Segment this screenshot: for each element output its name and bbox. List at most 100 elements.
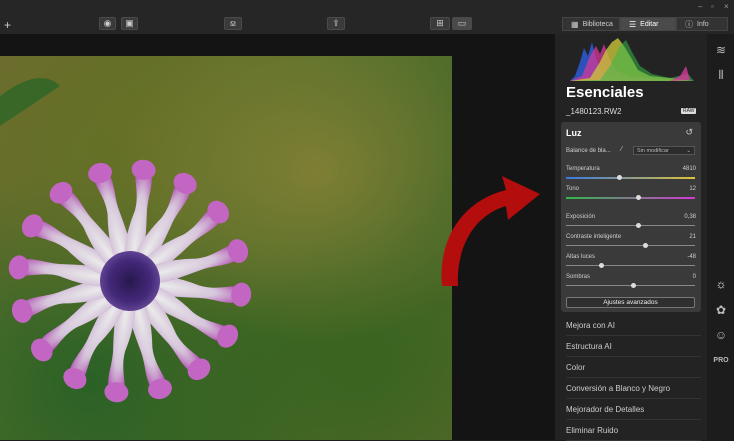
section-item[interactable]: Mejorador de Detalles xyxy=(566,399,701,420)
petal-tip xyxy=(173,172,197,195)
portrait-face-icon[interactable]: ☺ xyxy=(713,327,729,343)
slider-label: Sombras xyxy=(566,274,591,280)
slider-value: 12 xyxy=(689,186,696,192)
add-button[interactable]: + xyxy=(4,18,11,32)
maximize-icon[interactable]: ▫ xyxy=(711,2,714,11)
flower-petal xyxy=(108,281,136,398)
section-item[interactable]: Eliminar Ruido xyxy=(566,420,701,441)
layers-icon[interactable]: ≋ xyxy=(713,42,729,58)
red-arrow-icon xyxy=(441,176,540,286)
close-icon[interactable]: × xyxy=(724,2,729,11)
slider-thumb[interactable] xyxy=(631,283,637,288)
flower-petal xyxy=(130,243,244,284)
slider-track[interactable] xyxy=(566,223,695,228)
compare-icon[interactable]: ⫴ xyxy=(713,67,729,83)
white-balance-select[interactable]: Sin modificar ⌄ xyxy=(633,146,695,155)
flower-petal xyxy=(130,275,247,303)
eye-icon[interactable]: ◉ xyxy=(99,17,116,30)
share-icon[interactable]: ⇪ xyxy=(327,17,345,30)
mode-tabs: ▦ Biblioteca ☰ Editar ⓘ Info xyxy=(562,17,728,31)
tab-biblioteca[interactable]: ▦ Biblioteca xyxy=(562,17,620,31)
image-canvas[interactable] xyxy=(0,34,555,440)
section-item[interactable]: Conversión a Blanco y Negro xyxy=(566,378,701,399)
flower-petal xyxy=(68,281,131,385)
flower-petal xyxy=(124,164,152,281)
petal-tip xyxy=(30,338,53,362)
slider-thumb[interactable] xyxy=(616,175,622,180)
petal-tip xyxy=(187,358,211,381)
slider-value: 0 xyxy=(692,274,696,280)
petal-tip xyxy=(216,324,239,348)
slider-thumb[interactable] xyxy=(598,263,604,268)
flower-petal xyxy=(13,259,130,287)
flower-petal xyxy=(130,205,224,281)
white-balance-label: Balance de bla... xyxy=(566,148,611,154)
flower-petal xyxy=(36,281,130,357)
sliders-icon: ☰ xyxy=(629,19,637,29)
flower-petal xyxy=(16,278,130,319)
single-view-icon[interactable]: ▭ xyxy=(452,17,472,30)
flower-petal xyxy=(26,219,130,282)
petal-tip xyxy=(231,282,252,307)
flower-center xyxy=(100,251,160,311)
petal-tip xyxy=(207,200,230,224)
section-item[interactable]: Mejora con AI xyxy=(566,315,701,336)
slider-label: Temperatura xyxy=(566,166,600,172)
petal-tip xyxy=(88,162,112,184)
tab-label: Editar xyxy=(640,20,659,28)
flower-petal xyxy=(130,280,234,343)
creative-palette-icon[interactable]: ✿ xyxy=(713,302,729,318)
petal-tip xyxy=(63,367,87,390)
essentials-sun-icon[interactable]: ☼ xyxy=(713,276,729,292)
edit-sidebar: Esenciales _1480123.RW2 RAW Luz ↺ Balanc… xyxy=(555,34,707,441)
flower-petal xyxy=(54,187,130,281)
petal-tip xyxy=(104,382,129,403)
slider-track[interactable] xyxy=(566,175,695,180)
advanced-settings-button[interactable]: Ajustes avanzados xyxy=(566,297,695,308)
chevron-down-icon: ⌄ xyxy=(686,147,691,154)
flower-image xyxy=(0,78,252,403)
photo xyxy=(0,56,452,440)
slider-label: Altas luces xyxy=(566,254,596,260)
petal-tip xyxy=(148,378,172,400)
crop-icon[interactable]: ⟏ xyxy=(224,17,242,30)
petal-tip xyxy=(131,159,156,180)
tab-info[interactable]: ⓘ Info xyxy=(676,17,728,31)
filename: _1480123.RW2 xyxy=(566,107,622,116)
slider-value: 4810 xyxy=(682,166,696,172)
minimize-icon[interactable]: – xyxy=(698,2,702,11)
slider-label: Exposición xyxy=(566,214,596,220)
eyedropper-icon[interactable]: ⁄ xyxy=(621,146,622,153)
tool-iconbar: ≋ ⫴ ☼ ✿ ☺ PRO xyxy=(707,34,734,440)
grid-view-icon[interactable]: ⊞ xyxy=(430,17,450,30)
slider-track[interactable] xyxy=(566,195,695,200)
slider-value: 0,38 xyxy=(684,214,696,220)
raw-badge: RAW xyxy=(681,108,697,114)
section-item[interactable]: Color xyxy=(566,357,701,378)
panel-title: Esenciales xyxy=(566,84,644,101)
slider-track[interactable] xyxy=(566,263,695,268)
slider-thumb[interactable] xyxy=(636,223,642,228)
petal-tip xyxy=(11,299,33,323)
compare-view-icon[interactable]: ▣ xyxy=(121,17,138,30)
histogram xyxy=(570,38,694,81)
flower-petal xyxy=(129,177,192,281)
petal-tip xyxy=(21,214,44,238)
info-icon: ⓘ xyxy=(685,19,693,29)
tab-editar[interactable]: ☰ Editar xyxy=(620,17,676,31)
library-icon: ▦ xyxy=(571,19,579,29)
white-balance-value: Sin modificar xyxy=(637,147,669,154)
slider-track[interactable] xyxy=(566,283,695,288)
section-item[interactable]: Estructura AI xyxy=(566,336,701,357)
top-toolbar: + ◉ ▣ ⟏ ⇪ ⊞ ▭ – ▫ × ▦ Biblioteca ☰ Editar … xyxy=(0,0,734,35)
tab-label: Biblioteca xyxy=(582,20,613,28)
reset-icon[interactable]: ↺ xyxy=(685,127,693,138)
petal-tip xyxy=(227,239,249,263)
flower-petal xyxy=(130,281,206,375)
pro-label[interactable]: PRO xyxy=(713,352,729,368)
slider-track[interactable] xyxy=(566,243,695,248)
slider-thumb[interactable] xyxy=(642,243,648,248)
petal-tip xyxy=(49,181,73,204)
slider-thumb[interactable] xyxy=(636,195,642,200)
luz-title[interactable]: Luz xyxy=(566,128,582,138)
